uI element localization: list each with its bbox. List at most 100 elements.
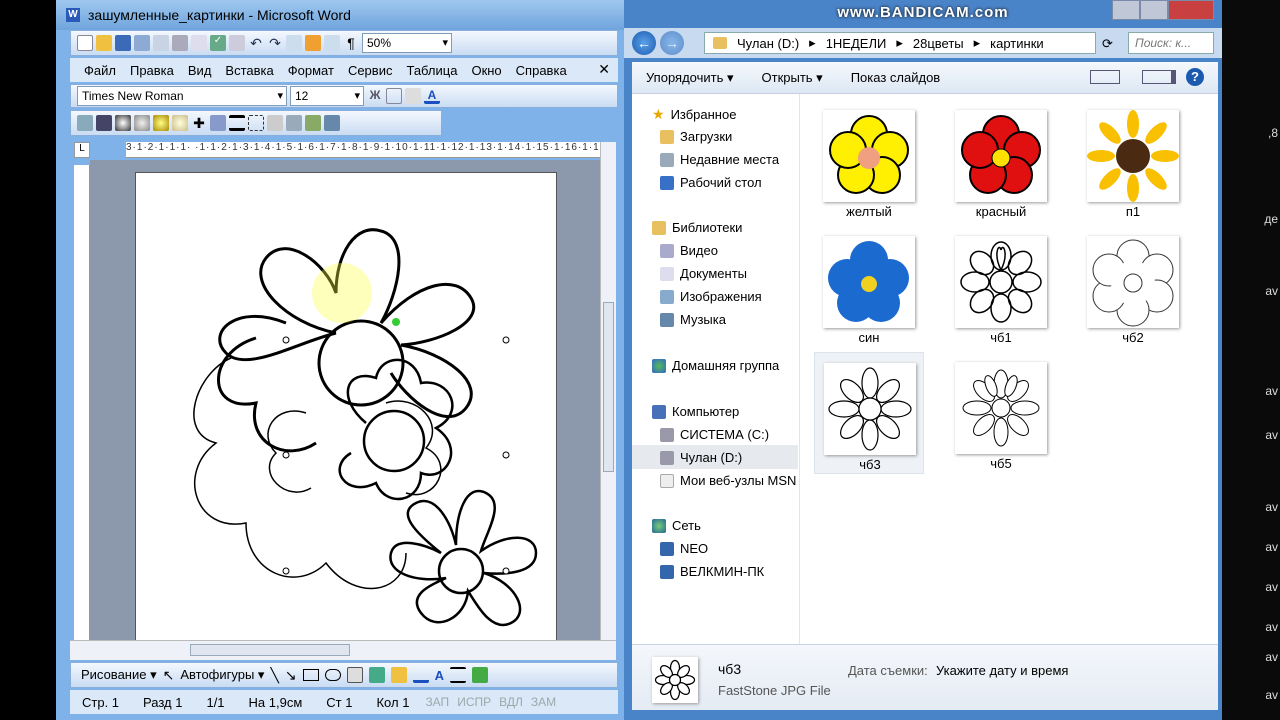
vertical-scroll-thumb[interactable] (603, 302, 614, 472)
file-item[interactable]: чб5 (946, 352, 1056, 474)
document-page[interactable] (135, 172, 557, 642)
crop-icon[interactable]: ✚ (191, 115, 207, 131)
clipart-icon[interactable] (368, 667, 385, 683)
new-doc-icon[interactable] (77, 35, 93, 51)
fill-color-icon[interactable] (390, 667, 407, 683)
menu-view[interactable]: Вид (188, 63, 212, 78)
nav-desktop[interactable]: Рабочий стол (660, 175, 762, 190)
nav-msn[interactable]: Мои веб-узлы MSN (660, 473, 796, 488)
compress-icon[interactable] (248, 115, 264, 131)
zoom-select[interactable]: 50% (362, 33, 452, 53)
undo-icon[interactable]: ↶ (248, 35, 264, 51)
nav-libraries[interactable]: Библиотеки (652, 220, 742, 235)
word-title-bar[interactable]: W зашумленные_картинки - Microsoft Word (56, 0, 624, 30)
organize-button[interactable]: Упорядочить ▾ (632, 70, 748, 86)
less-contrast-icon[interactable] (134, 115, 150, 131)
file-item[interactable]: чб1 (946, 226, 1056, 348)
table-icon[interactable] (286, 35, 302, 51)
maximize-button[interactable] (1140, 0, 1168, 20)
border-icon[interactable] (386, 88, 402, 104)
print-icon[interactable] (172, 35, 188, 51)
file-item[interactable]: чб2 (1078, 226, 1188, 348)
file-item[interactable]: красный (946, 100, 1056, 222)
insert-picture-icon[interactable] (77, 115, 93, 131)
nav-neo[interactable]: NEO (660, 541, 708, 556)
print-preview-icon[interactable] (191, 35, 207, 51)
nav-recent[interactable]: Недавние места (660, 152, 779, 167)
horizontal-scroll-thumb[interactable] (190, 644, 350, 656)
permission-icon[interactable] (134, 35, 150, 51)
breadcrumb-pictures[interactable]: картинки (990, 36, 1044, 51)
file-item[interactable]: п1 (1078, 100, 1188, 222)
drawing-font-color-icon[interactable]: A (435, 668, 444, 683)
refresh-icon[interactable]: ⟳ (1102, 36, 1113, 52)
more-brightness-icon[interactable] (153, 115, 169, 131)
view-icon[interactable] (1090, 70, 1120, 84)
nav-video[interactable]: Видео (660, 243, 718, 258)
shadow-icon[interactable] (472, 667, 488, 683)
nav-favorites[interactable]: ★ Избранное (652, 106, 736, 123)
color-icon[interactable] (96, 115, 112, 131)
set-transparent-icon[interactable] (305, 115, 321, 131)
nav-system-drive[interactable]: СИСТЕМА (C:) (660, 427, 769, 442)
bold-icon[interactable]: Ж (367, 88, 383, 104)
nav-computer[interactable]: Компьютер (652, 404, 739, 419)
font-name-select[interactable]: Times New Roman (77, 86, 287, 106)
menu-window[interactable]: Окно (471, 63, 501, 78)
redo-icon[interactable]: ↷ (267, 35, 283, 51)
open-button[interactable]: Открыть ▾ (748, 70, 837, 86)
menu-help[interactable]: Справка (516, 63, 567, 78)
nav-velkmin[interactable]: ВЕЛКМИН-ПК (660, 564, 764, 579)
forward-arrow-icon[interactable]: → (660, 31, 684, 55)
drawing-toggle-icon[interactable] (305, 35, 321, 51)
breadcrumb[interactable]: Чулан (D:) ▸ 1НЕДЕЛИ ▸ 28цветы ▸ картинк… (704, 32, 1096, 54)
nav-homegroup[interactable]: Домашняя группа (652, 358, 779, 373)
research-icon[interactable] (229, 35, 245, 51)
status-track[interactable]: ИСПР (453, 695, 495, 709)
menu-table[interactable]: Таблица (406, 63, 457, 78)
rectangle-icon[interactable] (302, 669, 319, 681)
rotate-icon[interactable] (210, 115, 226, 131)
oval-icon[interactable] (324, 669, 341, 681)
reset-picture-icon[interactable] (324, 115, 340, 131)
minimize-button[interactable] (1112, 0, 1140, 20)
menu-insert[interactable]: Вставка (225, 63, 273, 78)
preview-pane-icon[interactable] (1142, 70, 1176, 84)
show-formatting-icon[interactable]: ¶ (343, 35, 359, 51)
nav-documents[interactable]: Документы (660, 266, 747, 281)
back-arrow-icon[interactable]: ← (632, 31, 656, 55)
line-weight-icon[interactable] (450, 667, 466, 683)
highlight-icon[interactable] (405, 88, 421, 104)
help-icon[interactable]: ? (1186, 68, 1204, 86)
email-icon[interactable] (153, 35, 169, 51)
drawing-menu[interactable]: Рисование ▾ (81, 667, 157, 683)
search-input[interactable]: Поиск: к... (1128, 32, 1214, 54)
flower-drawing[interactable] (136, 173, 557, 642)
nav-images[interactable]: Изображения (660, 289, 762, 304)
status-rec[interactable]: ЗАП (421, 695, 453, 709)
font-size-select[interactable]: 12 (290, 86, 364, 106)
arrow-icon[interactable]: ↘ (285, 667, 297, 684)
status-extend[interactable]: ВДЛ (495, 695, 527, 709)
open-folder-icon[interactable] (96, 35, 112, 51)
line-icon[interactable]: ╲ (270, 667, 278, 684)
line-style-icon[interactable] (229, 115, 245, 131)
vertical-scrollbar[interactable] (600, 142, 616, 642)
font-color-icon[interactable]: A (424, 88, 440, 104)
menu-file[interactable]: Файл (84, 63, 116, 78)
nav-downloads[interactable]: Загрузки (660, 129, 732, 144)
details-date-value[interactable]: Укажите дату и время (936, 663, 1068, 678)
more-contrast-icon[interactable] (115, 115, 131, 131)
save-icon[interactable] (115, 35, 131, 51)
horizontal-ruler[interactable]: 3·1·2·1·1·1· ·1·1·2·1·3·1·4·1·5·1·6·1·7·… (126, 142, 600, 158)
slideshow-button[interactable]: Показ слайдов (837, 70, 955, 85)
nav-chulan-drive[interactable]: Чулан (D:) (660, 450, 742, 465)
autoshapes-menu[interactable]: Автофигуры ▾ (180, 667, 264, 683)
breadcrumb-drive[interactable]: Чулан (D:) (737, 36, 799, 51)
close-doc-icon[interactable]: ✕ (598, 61, 610, 78)
menu-tools[interactable]: Сервис (348, 63, 393, 78)
breadcrumb-weeks[interactable]: 1НЕДЕЛИ (826, 36, 887, 51)
close-button[interactable] (1168, 0, 1214, 20)
nav-music[interactable]: Музыка (660, 312, 726, 327)
line-color-icon[interactable] (412, 667, 429, 683)
